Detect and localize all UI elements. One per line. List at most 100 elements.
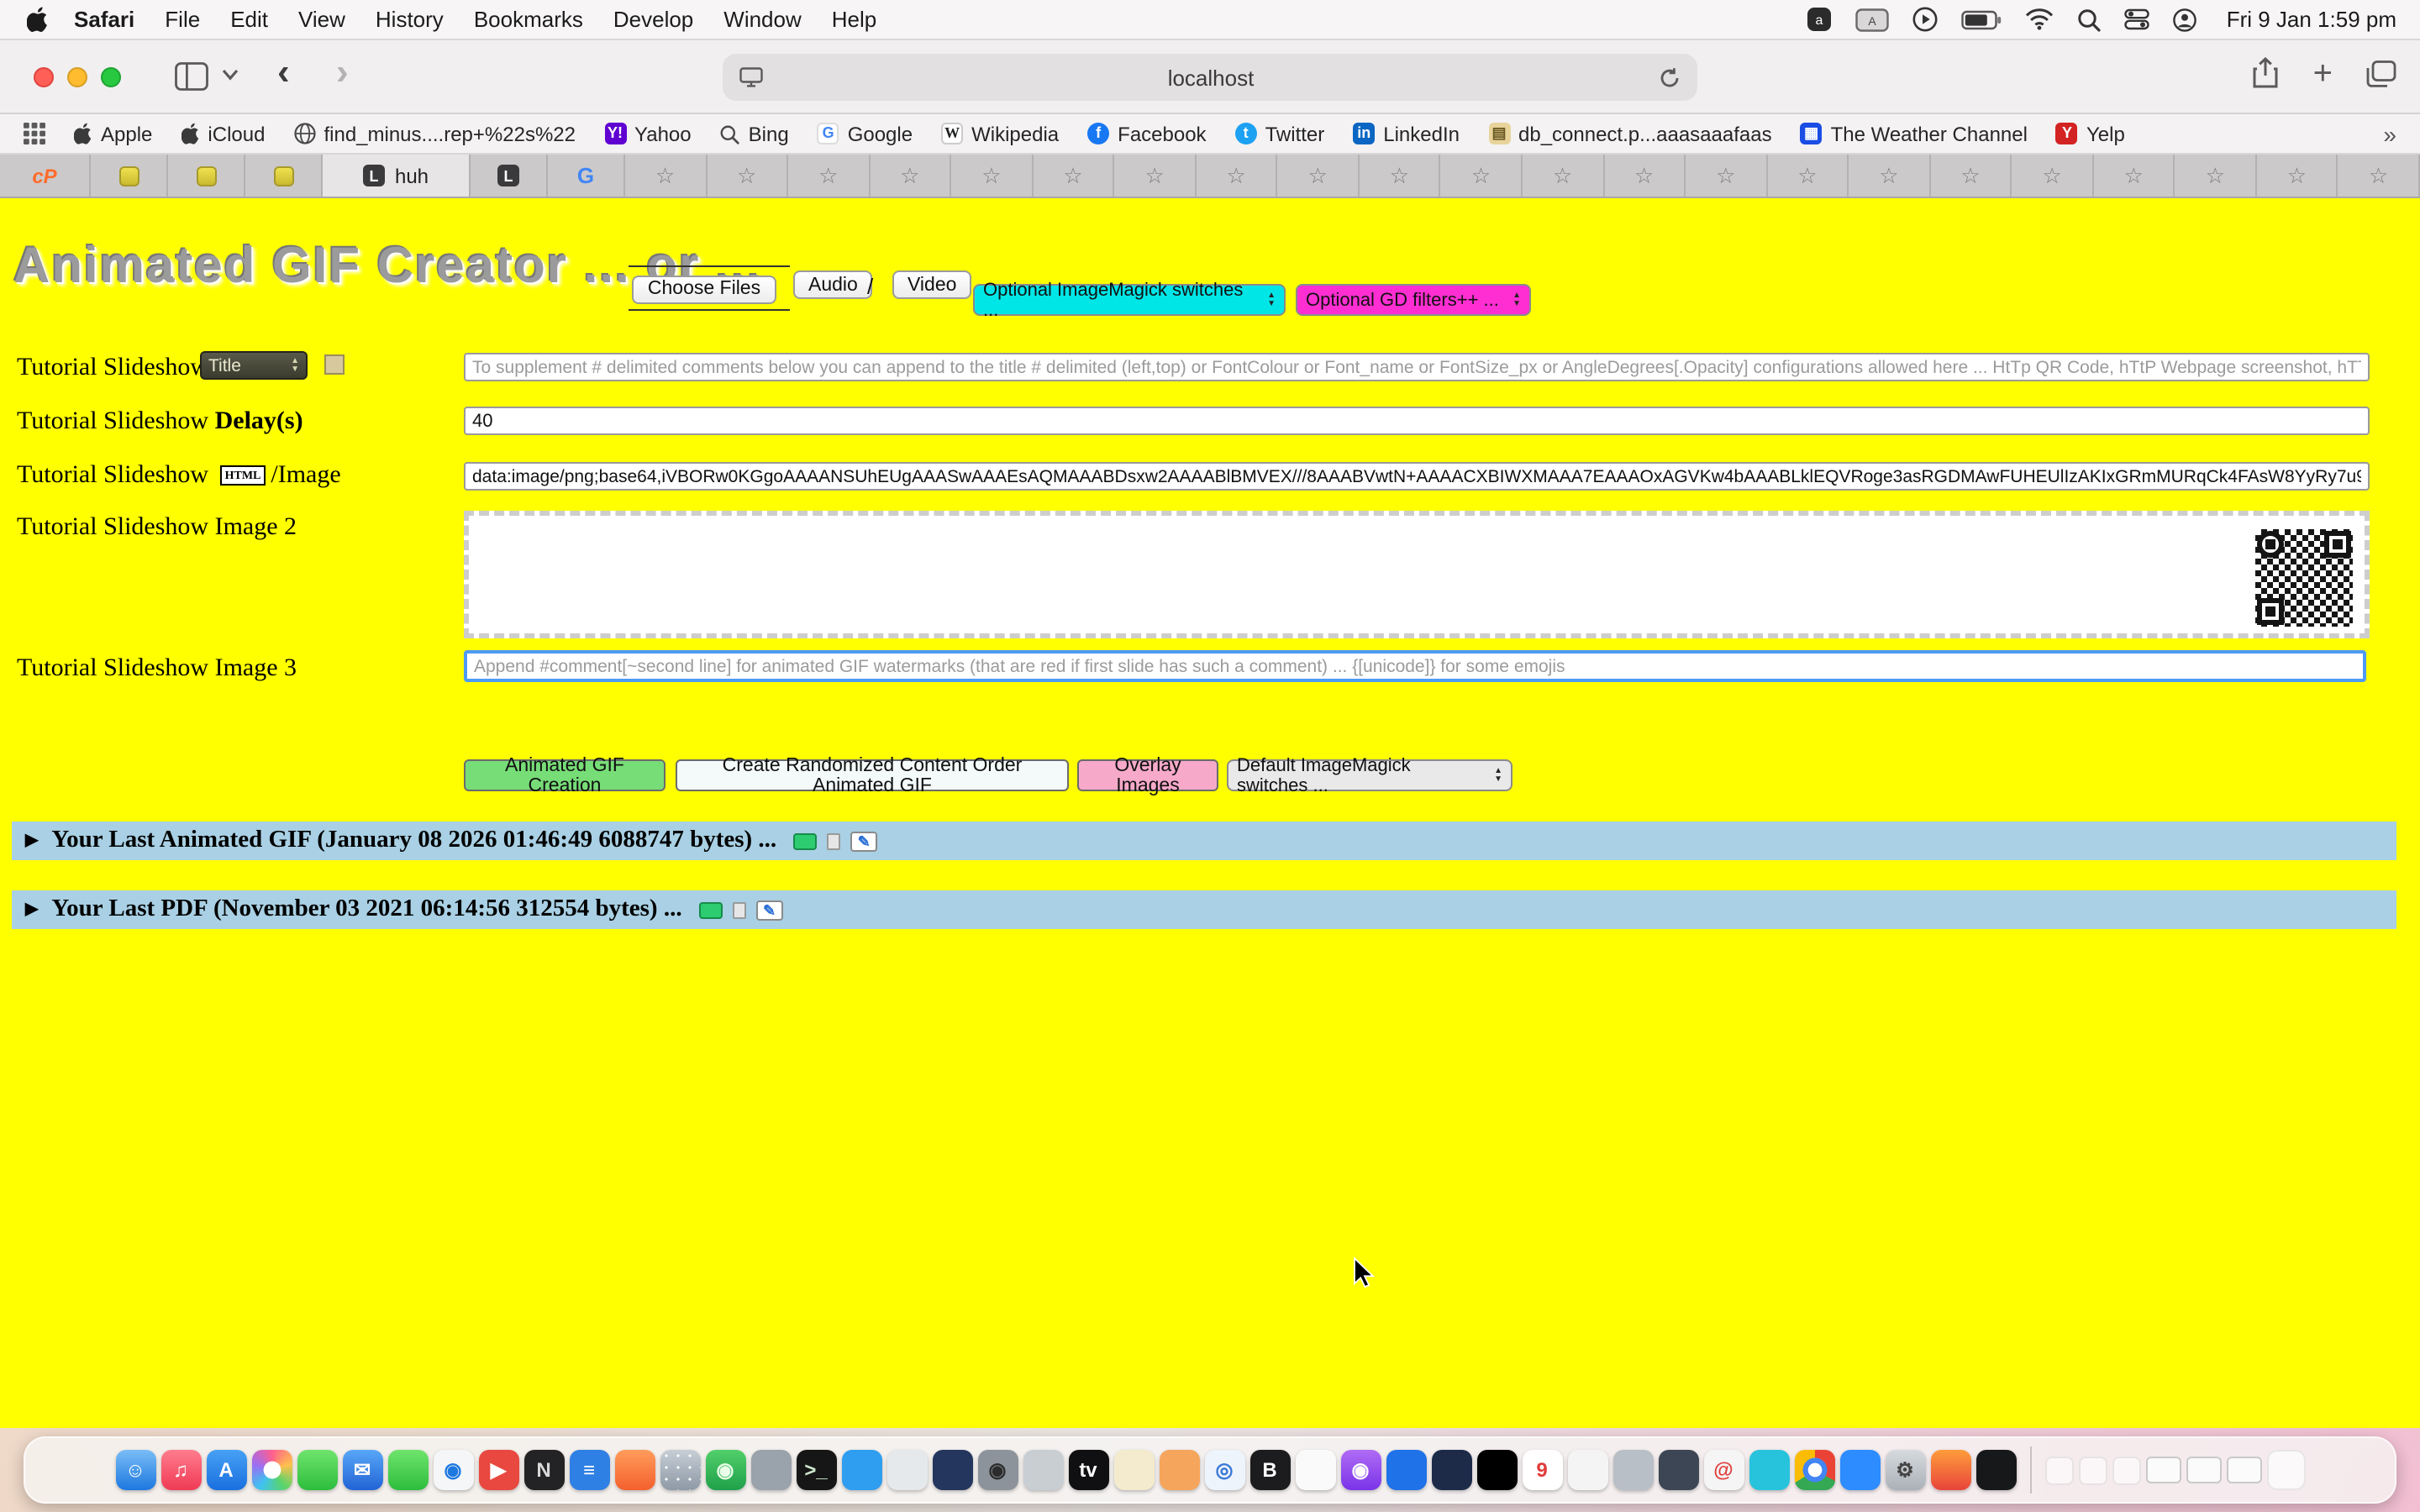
menu-clock[interactable]: Fri 9 Jan 1:59 pm [2227,7,2396,32]
minimized-window-thumbnail[interactable] [2145,1457,2181,1483]
animated-gif-creation-button[interactable]: Animated GIF Creation [464,759,666,791]
dock-icon[interactable]: N [523,1450,564,1490]
empty-favorite-tab[interactable]: ☆ [1849,155,1930,197]
empty-favorite-tab[interactable]: ☆ [1604,155,1686,197]
dock-icon[interactable] [1386,1450,1426,1490]
dock-icon[interactable] [1476,1450,1517,1490]
dock-icon[interactable]: ◉ [1340,1450,1381,1490]
randomized-gif-button[interactable]: Create Randomized Content Order Animated… [676,759,1069,791]
overlay-images-button[interactable]: Overlay Images [1077,759,1218,791]
empty-favorite-tab[interactable]: ☆ [2257,155,2338,197]
dock-icon[interactable]: 9 [1522,1450,1562,1490]
small-box-icon[interactable] [827,832,840,849]
empty-favorite-tab[interactable]: ☆ [2338,155,2420,197]
tab-l[interactable]: L [471,155,548,197]
bookmark-db-connect[interactable]: ▤ db_connect.p...aaasaaafaas [1488,122,1772,145]
dock-icon[interactable] [251,1450,292,1490]
wifi-icon[interactable] [2025,8,2054,30]
bookmark-icloud[interactable]: iCloud [181,122,265,145]
title-colour-swatch[interactable] [324,354,345,375]
trash-icon[interactable] [2266,1450,2305,1490]
dock-icon[interactable] [1567,1450,1607,1490]
input-source-icon[interactable]: A [1855,8,1889,31]
dock-icon[interactable] [1159,1450,1199,1490]
dock-icon[interactable] [1839,1450,1880,1490]
bookmarks-overflow-chevron[interactable]: » [2383,120,2396,147]
empty-favorite-tab[interactable]: ☆ [625,155,707,197]
play-icon[interactable] [1912,7,1938,32]
dock-icon[interactable] [1431,1450,1471,1490]
dock-icon[interactable] [1975,1450,2016,1490]
dock-icon[interactable] [932,1450,972,1490]
title-select[interactable]: Title ▲▼ [200,351,308,380]
dock-icon[interactable]: tv [1068,1450,1108,1490]
share-icon[interactable] [2253,57,2280,89]
image2-dropzone[interactable] [464,511,2370,638]
dock-icon[interactable]: @ [1703,1450,1744,1490]
imagemagick-switches-select[interactable]: Optional ImageMagick switches ... ▲▼ [973,284,1286,316]
dock-icon[interactable] [841,1450,881,1490]
control-center-icon[interactable] [2124,8,2149,30]
dock-icon[interactable] [614,1450,655,1490]
dock-icon[interactable] [1113,1450,1154,1490]
minimize-window-button[interactable] [67,67,87,87]
bookmark-find-minus[interactable]: find_minus....rep+%22s%22 [293,122,576,145]
dock-icon[interactable] [1749,1450,1789,1490]
delay-input[interactable] [464,407,2370,435]
green-indicator-icon[interactable] [699,901,723,918]
empty-favorite-tab[interactable]: ☆ [2175,155,2257,197]
menu-item-file[interactable]: File [165,7,200,32]
empty-favorite-tab[interactable]: ☆ [707,155,788,197]
image-data-input[interactable] [464,462,2370,491]
empty-favorite-tab[interactable]: ☆ [1115,155,1197,197]
back-icon[interactable]: ‹ [277,54,290,91]
dock-icon[interactable] [387,1450,428,1490]
menu-item-window[interactable]: Window [723,7,802,32]
dock-icon[interactable]: >_ [796,1450,836,1490]
reload-icon[interactable] [1659,66,1681,88]
choose-files-button[interactable]: Choose Files [632,275,776,303]
empty-favorite-tab[interactable]: ☆ [1441,155,1523,197]
menu-item-edit[interactable]: Edit [230,7,268,32]
compose-icon[interactable]: ✎ [756,900,783,920]
bookmark-google[interactable]: G Google [818,122,913,145]
dock-mini-window[interactable] [2078,1456,2107,1484]
dock-icon[interactable]: B [1249,1450,1290,1490]
dock-icon[interactable]: ▶ [478,1450,518,1490]
empty-favorite-tab[interactable]: ☆ [1033,155,1114,197]
video-button[interactable]: Video [892,270,971,299]
audio-button[interactable]: Audio [793,270,873,299]
chevron-down-icon[interactable] [222,69,239,81]
minimized-window-thumbnail[interactable] [2186,1457,2221,1483]
menu-item-bookmarks[interactable]: Bookmarks [474,7,583,32]
empty-favorite-tab[interactable]: ☆ [1686,155,1767,197]
dock-icon[interactable] [660,1450,700,1490]
dock-icon[interactable]: ≡ [569,1450,609,1490]
title-config-input[interactable] [464,353,2370,381]
dock-icon[interactable]: ⚙ [1885,1450,1925,1490]
pinned-tab[interactable] [168,155,245,197]
menu-item-help[interactable]: Help [832,7,877,32]
empty-favorite-tab[interactable]: ☆ [1523,155,1604,197]
app-badge-icon[interactable]: a [1807,7,1832,32]
empty-favorite-tab[interactable]: ☆ [1278,155,1360,197]
spotlight-icon[interactable] [2077,8,2101,31]
bookmark-weather-channel[interactable]: ▦ The Weather Channel [1801,122,2028,145]
tab-cpanel[interactable]: cP [0,155,91,197]
dock-icon[interactable]: ♫ [160,1450,201,1490]
sidebar-icon[interactable] [175,62,208,91]
bookmark-apple[interactable]: Apple [74,122,152,145]
tabs-overview-icon[interactable] [2366,60,2396,87]
user-icon[interactable] [2173,8,2196,31]
compose-icon[interactable]: ✎ [850,831,877,851]
bookmark-yahoo[interactable]: Y! Yahoo [604,122,692,145]
minimized-window-thumbnail[interactable] [2226,1457,2261,1483]
dock-icon[interactable] [886,1450,927,1490]
bookmark-twitter[interactable]: t Twitter [1235,122,1325,145]
bookmark-wikipedia[interactable]: W Wikipedia [941,122,1059,145]
empty-favorite-tab[interactable]: ☆ [2094,155,2175,197]
dock-icon[interactable] [1658,1450,1698,1490]
last-pdf-summary[interactable]: ▶ Your Last PDF (November 03 2021 06:14:… [12,890,2396,929]
small-box-icon[interactable] [733,901,746,918]
dock-icon[interactable]: ◎ [1204,1450,1244,1490]
